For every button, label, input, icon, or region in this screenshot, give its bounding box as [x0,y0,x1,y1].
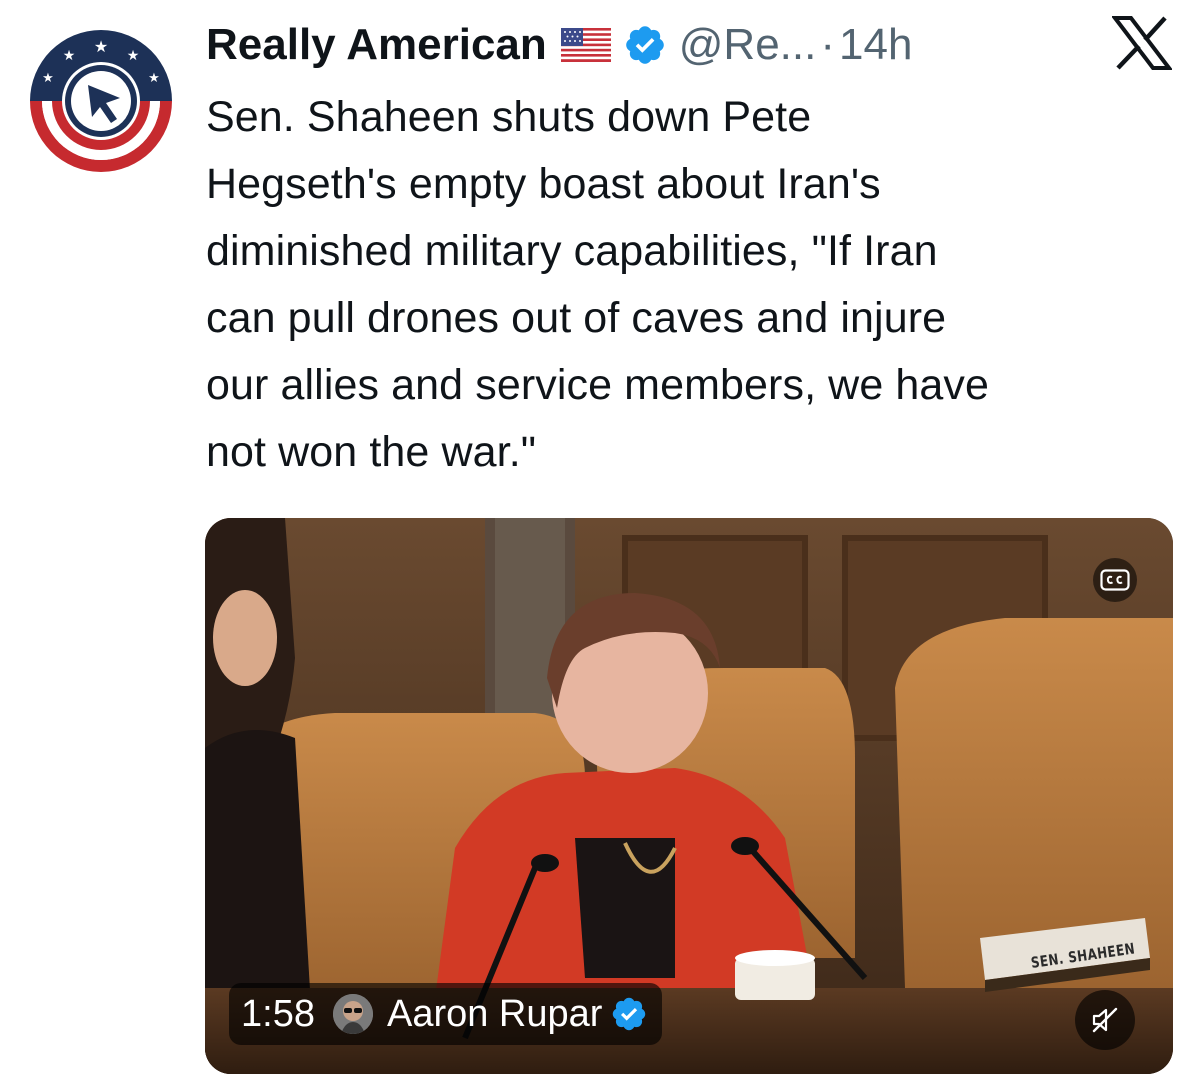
author-handle[interactable]: @Re... [679,14,817,76]
captions-button[interactable] [1093,558,1137,602]
uploader-avatar[interactable] [332,994,373,1034]
separator-dot: · [820,20,836,69]
svg-text:★: ★ [42,71,54,86]
uploader-name[interactable]: Aaron Rupar [387,993,602,1036]
really-american-logo-icon: ★ ★ ★ ★ ★ [22,22,180,180]
us-flag-icon [560,28,611,62]
x-logo-icon[interactable] [1112,16,1172,70]
svg-text:★: ★ [63,48,76,64]
post: ★ ★ ★ ★ ★ Really American @Re... · 14h S… [0,0,1200,1090]
video-player[interactable]: SEN. SHAHEEN 1:58 Aaron Rupar [205,518,1173,1074]
uploader-verified-badge-icon [610,995,648,1033]
post-text: Sen. Shaheen shuts down Pete Hegseth's e… [206,93,990,476]
muted-speaker-icon [1092,1007,1118,1033]
video-info-bar: 1:58 Aaron Rupar [229,983,663,1045]
video-duration: 1:58 [241,992,315,1035]
svg-text:★: ★ [148,71,160,86]
svg-text:★: ★ [94,37,108,56]
author-display-name[interactable]: Really American [206,14,547,76]
verified-badge-icon [623,23,667,67]
cc-icon [1100,569,1130,591]
mute-button[interactable] [1075,990,1135,1050]
post-header: Really American @Re... · 14h [206,14,912,76]
post-timestamp[interactable]: 14h [839,14,912,76]
author-avatar[interactable]: ★ ★ ★ ★ ★ [22,22,180,180]
svg-text:★: ★ [127,48,140,64]
